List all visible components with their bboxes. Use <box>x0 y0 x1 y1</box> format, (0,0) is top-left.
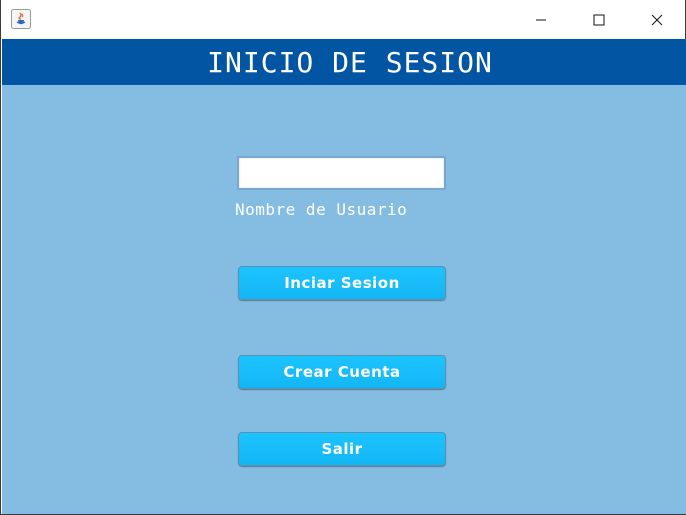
header-bar: INICIO DE SESION <box>2 39 686 85</box>
exit-button[interactable]: Salir <box>238 432 446 466</box>
login-panel: Nombre de Usuario Inciar Sesion Crear Cu… <box>2 85 686 514</box>
minimize-button[interactable] <box>512 0 570 39</box>
login-button[interactable]: Inciar Sesion <box>238 266 446 300</box>
title-bar <box>1 0 685 39</box>
app-window: INICIO DE SESION Nombre de Usuario Incia… <box>0 0 686 515</box>
java-icon[interactable] <box>11 9 31 29</box>
minimize-icon <box>536 19 546 20</box>
maximize-button[interactable] <box>570 0 628 39</box>
close-icon <box>651 14 663 25</box>
close-button[interactable] <box>628 0 686 39</box>
page-title: INICIO DE SESION <box>207 45 493 79</box>
username-input[interactable] <box>237 156 446 190</box>
username-label: Nombre de Usuario <box>235 200 408 219</box>
maximize-icon <box>593 14 605 25</box>
create-account-button[interactable]: Crear Cuenta <box>238 355 446 389</box>
